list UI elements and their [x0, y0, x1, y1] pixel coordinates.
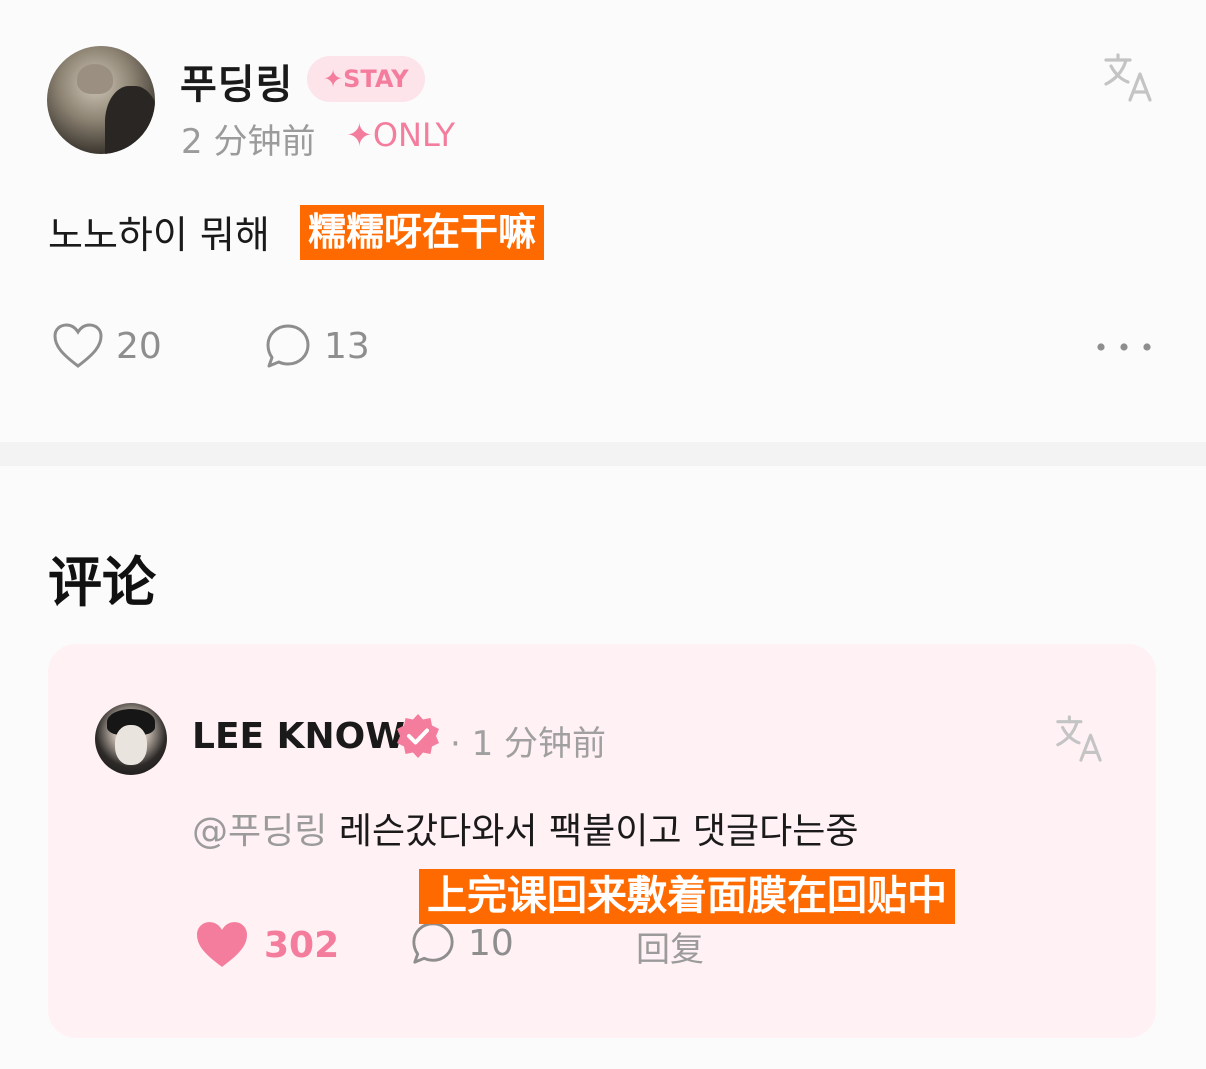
post-text: 노노하이 뭐해 [48, 213, 270, 257]
stay-badge: ✦STAY [307, 56, 425, 102]
comment-bubble-icon [412, 922, 454, 964]
comment-reply-count: 10 [468, 922, 514, 964]
more-dots-icon[interactable] [1094, 340, 1154, 354]
comment-body: 레슨갔다와서 팩붙이고 댓글다는중 [327, 811, 859, 852]
like-button[interactable]: 20 [52, 322, 162, 370]
reply-button[interactable]: 回复 [636, 922, 704, 971]
post: 푸딩링 ✦STAY 2 分钟前 ✦ONLY 노노하이 뭐해 糯糯呀在干嘛 20 … [0, 0, 1206, 440]
like-count: 20 [116, 325, 162, 367]
avatar-cat [77, 64, 113, 94]
comment-like-button[interactable]: 302 [194, 920, 339, 970]
comment-text: @푸딩링 레슨갔다와서 팩붙이고 댓글다는중 [192, 802, 859, 854]
avatar-person [105, 86, 155, 154]
post-timestamp: 2 分钟前 [181, 122, 316, 162]
post-author-name[interactable]: 푸딩링 [180, 52, 293, 110]
avatar-face [115, 725, 147, 765]
comment-subtitle-caption: 上完课回来敷着面膜在回贴中 [419, 869, 955, 924]
comment-mention[interactable]: @푸딩링 [192, 811, 327, 852]
author-avatar[interactable] [47, 46, 155, 154]
translate-icon[interactable] [1102, 52, 1154, 104]
commenter-name[interactable]: LEE KNOW [192, 716, 405, 757]
comment-bubble-icon [266, 324, 310, 368]
section-divider [0, 442, 1206, 466]
only-tag: ✦ONLY [346, 116, 456, 154]
heart-icon [53, 323, 103, 368]
comments-section-title: 评论 [48, 551, 156, 614]
comment-count: 13 [324, 325, 370, 367]
translate-icon[interactable] [1054, 714, 1104, 764]
comment-reply-count-button[interactable]: 10 [410, 920, 514, 966]
comment-button[interactable]: 13 [264, 322, 370, 370]
commenter-avatar[interactable] [95, 703, 167, 775]
post-subtitle-caption: 糯糯呀在干嘛 [300, 205, 545, 260]
verified-badge-icon [397, 714, 439, 758]
heart-icon [197, 922, 247, 967]
comment-timestamp: · 1 分钟前 [450, 724, 607, 764]
comment-like-count: 302 [264, 924, 340, 966]
